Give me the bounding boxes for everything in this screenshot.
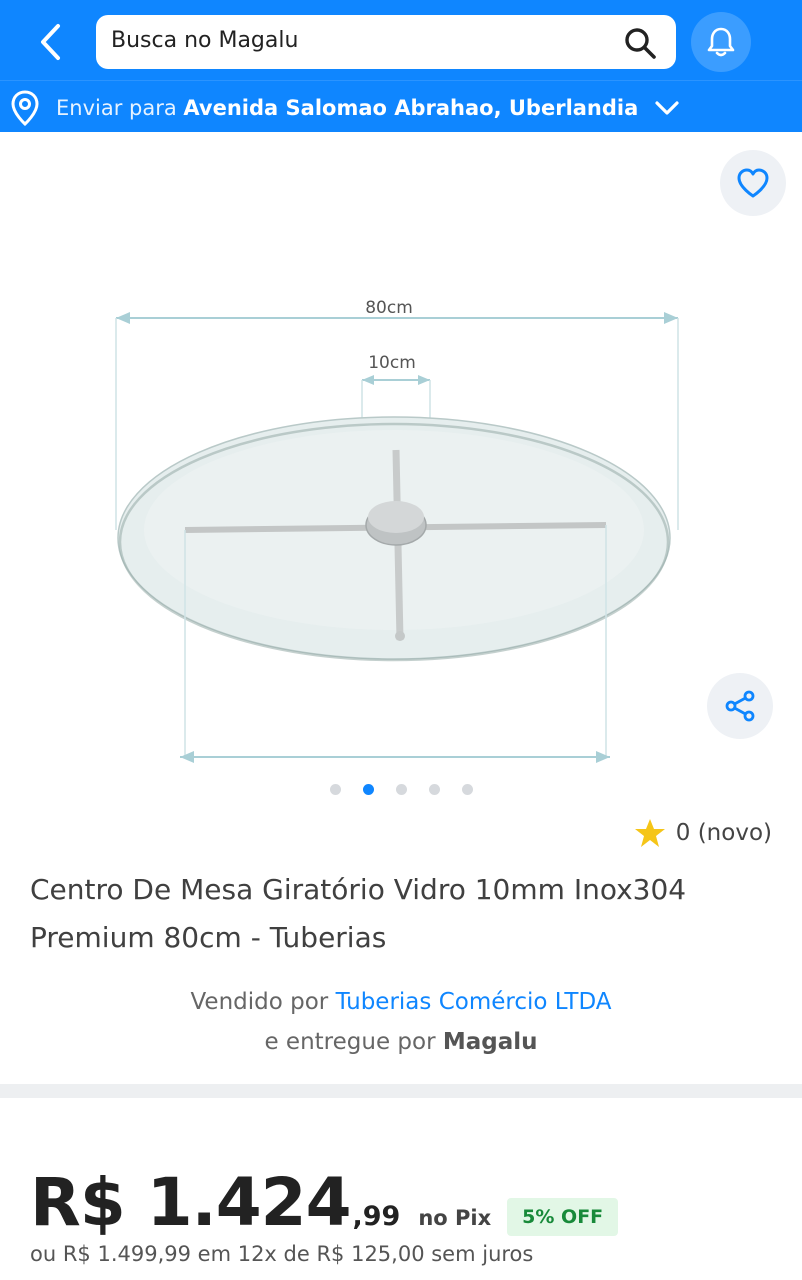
favorite-button[interactable] (720, 150, 786, 216)
product-title: Centro De Mesa Giratório Vidro 10mm Inox… (30, 873, 687, 954)
chevron-down-icon[interactable] (654, 95, 680, 121)
dimension-outer-label: 80cm (365, 298, 413, 318)
discount-badge: 5% OFF (507, 1198, 619, 1236)
price-cents: ,99 (352, 1201, 401, 1232)
payment-method: no Pix (418, 1206, 492, 1230)
notifications-button[interactable] (691, 12, 751, 72)
share-icon (725, 690, 755, 722)
address-value: Avenida Salomao Abrahao, Uberlandia (183, 96, 639, 120)
sold-by-label: Vendido por (190, 989, 329, 1015)
seller-info: Vendido por Tuberias Comércio LTDA e ent… (0, 982, 802, 1062)
search-input[interactable]: Busca no Magalu (96, 15, 676, 69)
delivered-by-label: e entregue por (264, 1029, 436, 1055)
carousel-dot[interactable] (330, 784, 341, 795)
carousel-dot[interactable] (396, 784, 407, 795)
search-icon[interactable] (622, 25, 658, 61)
delivery-address: Enviar para Avenida Salomao Abrahao, Ube… (56, 96, 638, 120)
search-placeholder: Busca no Magalu (111, 28, 299, 53)
product-image[interactable]: 80cm 10cm (100, 280, 700, 780)
section-divider (0, 1084, 802, 1098)
location-pin-icon (11, 90, 39, 127)
seller-link[interactable]: Tuberias Comércio LTDA (336, 989, 612, 1015)
carousel-dot-active[interactable] (363, 784, 374, 795)
bell-icon (707, 27, 735, 57)
star-icon (634, 819, 665, 847)
dimension-inner-label: 10cm (368, 353, 416, 373)
carousel-dot[interactable] (429, 784, 440, 795)
delivered-by-name: Magalu (442, 1029, 538, 1055)
price-main: R$ 1.424 (30, 1164, 351, 1241)
share-button[interactable] (707, 673, 773, 739)
top-header: Busca no Magalu Enviar para Avenida Salo… (0, 0, 802, 132)
rating-text: 0 (novo) (675, 820, 772, 846)
carousel-indicator (330, 784, 473, 795)
back-button[interactable] (30, 20, 70, 64)
address-prefix: Enviar para (56, 96, 177, 120)
back-arrow-icon (41, 24, 60, 60)
price-block: R$ 1.424 ,99 no Pix 5% OFF (30, 1158, 619, 1241)
delivery-address-bar[interactable]: Enviar para Avenida Salomao Abrahao, Ube… (0, 80, 802, 132)
carousel-dot[interactable] (462, 784, 473, 795)
installment-info: ou R$ 1.499,99 em 12x de R$ 125,00 sem j… (30, 1242, 534, 1266)
heart-icon (737, 168, 769, 198)
rating[interactable]: 0 (novo) (634, 818, 772, 848)
